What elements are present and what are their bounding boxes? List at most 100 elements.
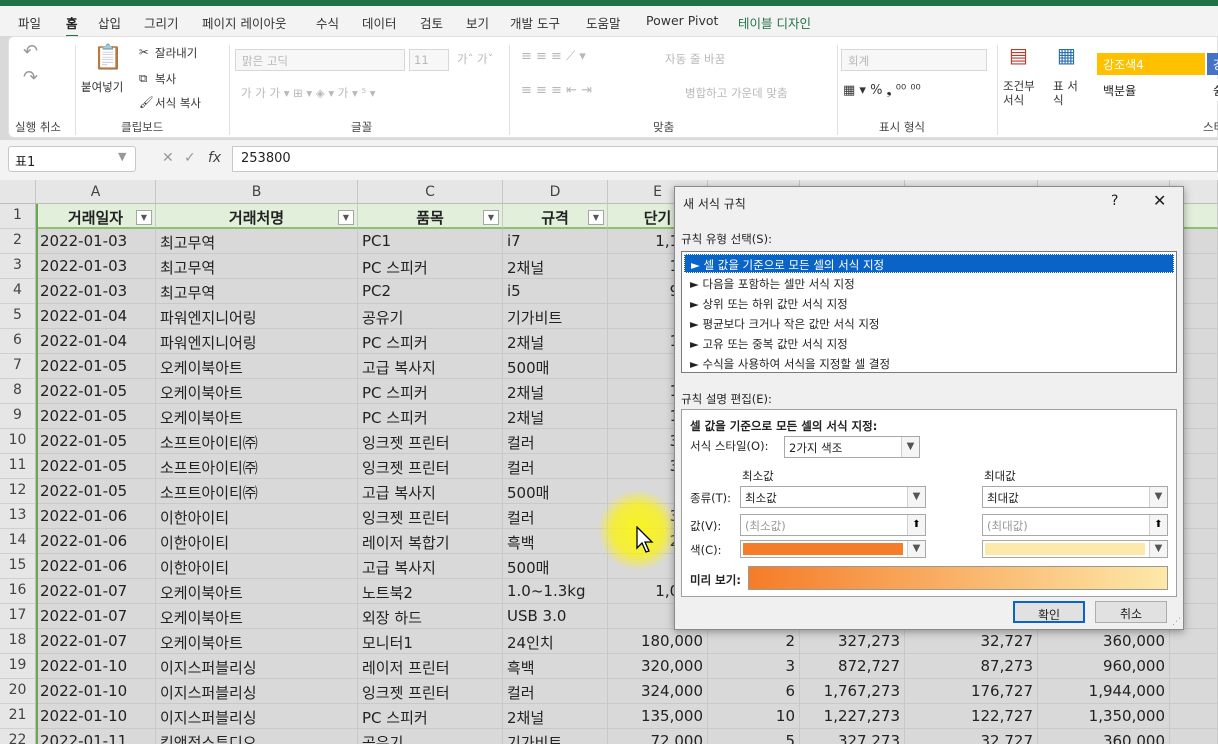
- min-value-input[interactable]: (최소값) ⬆: [740, 514, 926, 536]
- table-format-icon[interactable]: ▦: [1057, 43, 1076, 67]
- min-type-select[interactable]: 최소값 ▼: [740, 486, 926, 508]
- table-cell[interactable]: 87,273: [905, 654, 1038, 679]
- table-cell[interactable]: 잉크젯 프린터: [358, 429, 503, 454]
- table-cell[interactable]: PC 스피커: [358, 379, 503, 404]
- resize-grip-icon[interactable]: ⋰: [1172, 617, 1181, 627]
- table-cell[interactable]: 최고무역: [156, 229, 358, 254]
- help-button[interactable]: ?: [1111, 193, 1118, 209]
- table-cell[interactable]: 135,000: [608, 704, 708, 729]
- filter-dropdown-icon[interactable]: ▼: [136, 210, 152, 225]
- rule-type-item[interactable]: ► 수식을 사용하여 서식을 지정할 셀 결정: [684, 354, 1174, 373]
- table-cell[interactable]: 327,273: [800, 629, 905, 654]
- table-cell[interactable]: 오케이북아트: [156, 629, 358, 654]
- table-cell[interactable]: 이한아이티: [156, 504, 358, 529]
- table-cell[interactable]: 잉크젯 프린터: [358, 504, 503, 529]
- tab-power-pivot[interactable]: Power Pivot: [646, 13, 718, 28]
- table-cell[interactable]: 24인치: [503, 629, 608, 654]
- table-cell[interactable]: 파워엔지니어링: [156, 304, 358, 329]
- table-cell[interactable]: 기가비트: [503, 304, 608, 329]
- row-header[interactable]: 12: [0, 479, 36, 504]
- font-style-icons[interactable]: 가 가 가 ▾ ⊞ ▾ ◈ ▾ 가 ▾ ⁵ ▾: [241, 85, 375, 101]
- table-cell[interactable]: 1.0~1.3kg: [503, 579, 608, 604]
- table-cell[interactable]: 2022-01-05: [36, 429, 156, 454]
- row-header[interactable]: 16: [0, 579, 36, 604]
- row-header[interactable]: 2: [0, 229, 36, 254]
- range-select-icon[interactable]: ⬆: [1149, 515, 1167, 535]
- table-cell[interactable]: 360,000: [1038, 729, 1170, 744]
- table-cell[interactable]: 이지스퍼블리싱: [156, 704, 358, 729]
- copy-button[interactable]: 복사: [155, 71, 176, 87]
- row-header[interactable]: 18: [0, 629, 36, 654]
- table-cell[interactable]: 컬러: [503, 454, 608, 479]
- column-header[interactable]: B: [156, 180, 358, 204]
- table-cell[interactable]: [1170, 729, 1218, 744]
- table-cell[interactable]: 이지스퍼블리싱: [156, 654, 358, 679]
- table-header-cell[interactable]: 품목: [358, 204, 503, 229]
- table-cell[interactable]: 흑백: [503, 654, 608, 679]
- table-header-cell[interactable]: 거래처명: [156, 204, 358, 229]
- table-cell[interactable]: 컬러: [503, 504, 608, 529]
- table-cell[interactable]: 320,000: [608, 654, 708, 679]
- table-cell[interactable]: 오케이북아트: [156, 579, 358, 604]
- table-cell[interactable]: 흑백: [503, 529, 608, 554]
- table-cell[interactable]: 2022-01-03: [36, 229, 156, 254]
- table-cell[interactable]: 1,944,000: [1038, 679, 1170, 704]
- table-cell[interactable]: [1170, 704, 1218, 729]
- table-cell[interactable]: 1,350,000: [1038, 704, 1170, 729]
- min-color-picker[interactable]: ▼: [740, 540, 926, 558]
- table-cell[interactable]: 122,727: [905, 704, 1038, 729]
- conditional-format-icon[interactable]: ▤: [1009, 43, 1028, 67]
- table-cell[interactable]: 잉크젯 프린터: [358, 454, 503, 479]
- table-cell[interactable]: 오케이북아트: [156, 604, 358, 629]
- tab-formulas[interactable]: 수식: [316, 13, 339, 32]
- cancel-button[interactable]: 취소: [1095, 601, 1167, 623]
- table-cell[interactable]: 2채널: [503, 329, 608, 354]
- table-cell[interactable]: 10: [708, 704, 800, 729]
- row-header[interactable]: 1: [0, 204, 36, 229]
- row-header[interactable]: 5: [0, 304, 36, 329]
- table-cell[interactable]: 최고무역: [156, 254, 358, 279]
- tab-home[interactable]: 홈: [66, 13, 78, 38]
- formula-input[interactable]: 253800: [232, 146, 1218, 172]
- tab-review[interactable]: 검토: [420, 13, 443, 32]
- table-cell[interactable]: i7: [503, 229, 608, 254]
- table-cell[interactable]: 2022-01-07: [36, 579, 156, 604]
- align-horizontal-icons[interactable]: ≡ ≡ ≡ ⇤ ⇥: [521, 83, 592, 98]
- max-value-input[interactable]: (최대값) ⬆: [982, 514, 1168, 536]
- row-header[interactable]: 8: [0, 379, 36, 404]
- table-cell[interactable]: 이지스퍼블리싱: [156, 679, 358, 704]
- table-cell[interactable]: 2022-01-04: [36, 329, 156, 354]
- row-header[interactable]: 20: [0, 679, 36, 704]
- table-cell[interactable]: 176,727: [905, 679, 1038, 704]
- table-cell[interactable]: 최고무역: [156, 279, 358, 304]
- table-cell[interactable]: 고급 복사지: [358, 479, 503, 504]
- tab-table-design[interactable]: 테이블 디자인: [738, 13, 811, 32]
- tab-insert[interactable]: 삽입: [98, 13, 121, 32]
- table-cell[interactable]: 공유기: [358, 729, 503, 744]
- table-cell[interactable]: PC2: [358, 279, 503, 304]
- cancel-icon[interactable]: ✕: [162, 150, 174, 166]
- table-cell[interactable]: 6: [708, 679, 800, 704]
- table-cell[interactable]: 레이저 프린터: [358, 654, 503, 679]
- table-cell[interactable]: 3: [708, 654, 800, 679]
- table-cell[interactable]: 외장 하드: [358, 604, 503, 629]
- table-cell[interactable]: [1170, 679, 1218, 704]
- tab-draw[interactable]: 그리기: [144, 13, 179, 32]
- table-cell[interactable]: 1,227,273: [800, 704, 905, 729]
- table-cell[interactable]: i5: [503, 279, 608, 304]
- table-cell[interactable]: 2022-01-05: [36, 354, 156, 379]
- table-cell[interactable]: 2022-01-03: [36, 254, 156, 279]
- table-cell[interactable]: 960,000: [1038, 654, 1170, 679]
- style-accent-cut[interactable]: 강: [1207, 53, 1218, 75]
- table-cell[interactable]: 2022-01-05: [36, 379, 156, 404]
- table-cell[interactable]: PC 스피커: [358, 404, 503, 429]
- table-format-button[interactable]: 표 서식: [1053, 79, 1087, 107]
- format-painter-button[interactable]: 서식 복사: [155, 95, 201, 111]
- column-header[interactable]: C: [358, 180, 503, 204]
- row-header[interactable]: 3: [0, 254, 36, 279]
- table-cell[interactable]: 소프트아이티㈜: [156, 479, 358, 504]
- table-cell[interactable]: 2022-01-03: [36, 279, 156, 304]
- select-all-corner[interactable]: [0, 180, 36, 204]
- undo-icon[interactable]: ↶: [23, 41, 38, 62]
- table-cell[interactable]: 소프트아이티㈜: [156, 454, 358, 479]
